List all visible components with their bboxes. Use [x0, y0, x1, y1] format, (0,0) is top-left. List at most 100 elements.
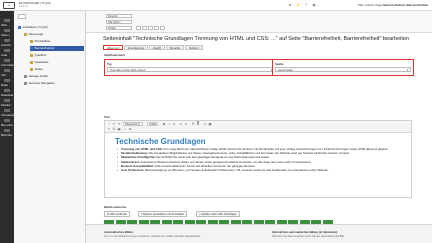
module-item-label[interactable]: Datei [1, 83, 8, 87]
page-icon [30, 47, 33, 50]
rte-toolbar: ⌂ ↶ ↷ Überschrift 3 Größe B I U ≡ ≡ ☰ ≣ … [105, 121, 411, 133]
media-section-label: Media elements [104, 205, 127, 209]
tree-item[interactable]: Produktliste [30, 39, 84, 44]
cache-icon[interactable]: ⚡ [296, 3, 300, 7]
toolbar-icons: ★ ⚡ ? ◉ [288, 3, 316, 7]
tree-item[interactable]: Neue page [24, 32, 84, 37]
tab-notizen[interactable]: Notizen [185, 44, 203, 50]
pages-select[interactable]: Alle Seiten [106, 20, 132, 24]
module-item-label[interactable]: Ansicht [1, 43, 11, 47]
file-type-badge [173, 220, 183, 224]
undo-icon[interactable]: ↶ [112, 122, 116, 126]
content-select[interactable]: Inhalte [106, 26, 132, 30]
tree-item[interactable]: Barrierefreiheit [30, 46, 84, 51]
cut-icon[interactable]: ✂ [107, 127, 111, 131]
search-icon[interactable]: ⌕ [123, 127, 127, 131]
column-field-label: Spalte [275, 62, 284, 66]
numbered-list-icon[interactable]: ≣ [196, 122, 200, 126]
file-type-badge [230, 220, 241, 224]
save-button[interactable] [142, 26, 147, 30]
tree-item[interactable]: Storage Folder [24, 74, 84, 79]
paste-icon[interactable]: ▣ [117, 127, 121, 131]
tree-item[interactable]: entwickeln | TinyIQ [18, 25, 84, 30]
page-icon [30, 68, 33, 71]
page-icon [18, 26, 21, 29]
autoplay-description: Ist es zu den Positionierungen zentriere… [104, 235, 201, 238]
copy-icon[interactable]: ⎘ [112, 127, 116, 131]
align-center-icon[interactable]: ≡ [184, 122, 188, 126]
tab-allgemein[interactable]: Allgemein [103, 44, 124, 50]
delete-button[interactable] [160, 26, 165, 30]
source-icon[interactable]: ⌂ [107, 122, 111, 126]
type-select[interactable]: Text with media (right, intext) ▾ [107, 67, 275, 72]
help-icon[interactable]: ? [304, 3, 308, 7]
file-type-badge [196, 220, 206, 224]
special-char-icon[interactable]: Ω [128, 127, 132, 131]
format-select[interactable]: Überschrift 3 [123, 122, 143, 126]
app-logo[interactable]: ▭ [3, 2, 15, 9]
tree-item[interactable]: Seiten [30, 67, 84, 72]
tab-bar: Allgemein Erscheinung Zugriff Sprache Notize… [103, 44, 203, 50]
redo-icon[interactable]: ↷ [117, 122, 121, 126]
rte-heading: Technische Grundlagen [115, 137, 206, 146]
tree-filter-button[interactable] [18, 14, 26, 19]
undo-button[interactable] [154, 26, 159, 30]
column-select[interactable]: Hauptspalte ▾ [275, 67, 411, 72]
language-select[interactable]: Sprache [106, 14, 132, 18]
tree-item-label: Storage Folder [28, 74, 49, 78]
notifications-icon[interactable]: ◉ [312, 3, 316, 7]
main-content: Seiteninhalt "Technische Grundlagen Tren… [86, 33, 432, 243]
rich-text-editor[interactable]: ⌂ ↶ ↷ Überschrift 3 Größe B I U ≡ ≡ ☰ ≣ … [104, 120, 412, 198]
align-left-icon[interactable]: ≡ [179, 122, 183, 126]
module-item-label[interactable]: Seiten [1, 33, 10, 37]
page-icon [30, 61, 33, 64]
tree-item-label: Services Navigation [28, 81, 56, 85]
close-button[interactable] [136, 26, 141, 30]
file-type-badge [265, 220, 275, 224]
tab-erscheinung[interactable]: Erscheinung [124, 44, 148, 50]
module-item-label[interactable]: Benutzer [1, 123, 13, 127]
file-type-badge [104, 220, 114, 224]
section-inhaltselement: Inhaltselement [104, 53, 126, 57]
tree-item-label: entwickeln | TinyIQ [22, 25, 48, 29]
rte-bullet-list: Trennung von HTML und CSS: Für einige Ba… [117, 147, 407, 172]
module-item-label[interactable]: Berichte [1, 133, 12, 137]
rte-item-text: Berücksichtigung von Browser- und System… [144, 168, 329, 173]
add-media-url-button[interactable]: ∞ Medien nach URL hinzufügen [196, 211, 240, 217]
bold-icon[interactable]: B [162, 122, 166, 126]
underline-icon[interactable]: U [172, 122, 176, 126]
module-item-label[interactable]: Dateiliste [1, 93, 13, 97]
link-icon[interactable]: ∞ [203, 122, 207, 126]
upload-files-button[interactable]: ⤒ Dateien auswählen und hochladen [138, 211, 188, 217]
tree-item[interactable]: Newsletter [30, 60, 84, 65]
chevron-down-icon: ▾ [406, 68, 408, 72]
tab-sprache[interactable]: Sprache [165, 44, 185, 50]
table-icon[interactable]: ▦ [208, 122, 212, 126]
add-media-button[interactable]: ⊞ Add media file [104, 211, 130, 217]
module-item-label[interactable]: Info [1, 73, 6, 77]
tree-item-label: Newsletter [34, 60, 49, 64]
tab-zugriff[interactable]: Zugriff [148, 44, 165, 50]
module-item-label[interactable]: Web [1, 23, 7, 27]
site-info: ENTWICKLER | TinyIQ 13.4.10 [19, 1, 51, 9]
tree-item[interactable]: Quelltext [30, 53, 84, 58]
module-item-label[interactable]: Formulare [1, 63, 14, 67]
user-menu[interactable]: Pfau | Meret Vogel Barrierefreiheit, Bar… [358, 3, 428, 7]
type-select-value: Text with media (right, intext) [110, 68, 146, 72]
tree-item[interactable]: Services Navigation [24, 81, 84, 86]
file-type-badge [242, 220, 252, 224]
module-item-label[interactable]: Verwaltung [1, 113, 14, 117]
bookmark-icon[interactable]: ★ [288, 3, 292, 7]
view-button[interactable] [148, 26, 153, 30]
file-type-badge [207, 220, 218, 224]
module-item-label[interactable]: Liste [1, 53, 7, 57]
file-type-badge [150, 220, 160, 224]
file-type-badge [184, 220, 195, 224]
file-type-badge [299, 220, 310, 224]
file-type-badge [311, 220, 321, 224]
list-icon[interactable]: ☰ [191, 122, 195, 126]
italic-icon[interactable]: I [167, 122, 171, 126]
upload-files-label: Dateien auswählen und hochladen [142, 213, 185, 216]
size-select[interactable]: Größe [147, 122, 158, 126]
module-item-label[interactable]: Medien [1, 103, 11, 107]
